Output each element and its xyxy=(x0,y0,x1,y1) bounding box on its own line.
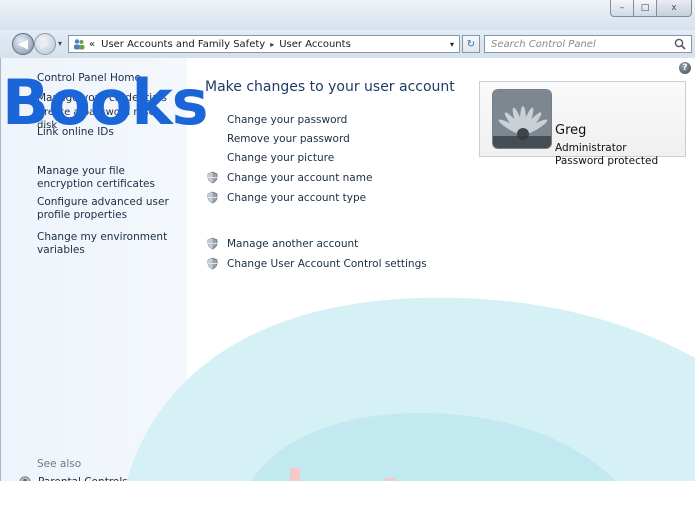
breadcrumb-item[interactable]: User Accounts and Family Safety xyxy=(101,39,265,50)
breadcrumb-overflow[interactable]: « xyxy=(89,39,95,50)
manage-another-account-link[interactable]: Manage another account xyxy=(206,237,358,250)
flower-avatar-icon xyxy=(493,90,551,148)
status-bar xyxy=(0,481,695,511)
uac-shield-icon xyxy=(207,191,218,204)
breadcrumb-item[interactable]: User Accounts xyxy=(279,39,351,50)
account-status: Password protected xyxy=(555,155,659,167)
minimize-button[interactable]: – xyxy=(610,0,634,17)
task-label: Remove your password xyxy=(227,133,350,145)
uac-shield-icon xyxy=(207,171,218,184)
uac-settings-link[interactable]: Change User Account Control settings xyxy=(206,257,427,270)
back-button[interactable]: ◀ xyxy=(12,33,34,55)
uac-shield-icon xyxy=(207,257,218,270)
advanced-profile-properties-link[interactable]: Configure advanced user profile properti… xyxy=(37,196,177,222)
task-label: Change your account name xyxy=(227,171,373,184)
search-icon[interactable] xyxy=(673,37,687,51)
task-label: Change your picture xyxy=(227,152,335,164)
search-input[interactable]: Search Control Panel xyxy=(484,35,692,53)
window-controls: – □ x xyxy=(610,0,692,18)
forward-button[interactable]: ▶ xyxy=(34,33,56,55)
change-account-type-link[interactable]: Change your account type xyxy=(206,191,366,204)
address-bar[interactable]: « User Accounts and Family Safety ▸ User… xyxy=(68,35,460,53)
navigation-bar: ◀ ▶ ▾ « User Accounts and Family Safety … xyxy=(0,30,695,58)
maximize-button[interactable]: □ xyxy=(633,0,657,17)
task-label: Change your password xyxy=(227,114,348,126)
environment-variables-link[interactable]: Change my environment variables xyxy=(37,231,177,257)
task-label: Manage another account xyxy=(227,237,359,250)
remove-password-link[interactable]: Remove your password xyxy=(206,133,350,145)
user-accounts-icon xyxy=(74,39,85,50)
breadcrumb-separator-icon[interactable]: ▸ xyxy=(270,40,274,49)
uac-shield-icon xyxy=(207,237,218,250)
task-label: Change User Account Control settings xyxy=(227,257,427,270)
refresh-button[interactable]: ↻ xyxy=(462,35,480,53)
change-account-name-link[interactable]: Change your account name xyxy=(206,171,372,184)
search-placeholder: Search Control Panel xyxy=(491,38,596,50)
account-type: Administrator xyxy=(555,142,627,154)
help-button[interactable]: ? xyxy=(679,62,691,74)
task-label: Change your account type xyxy=(227,191,367,204)
recent-pages-dropdown-icon[interactable]: ▾ xyxy=(58,39,62,48)
address-dropdown-icon[interactable]: ▾ xyxy=(445,40,459,49)
manage-encryption-certificates-link[interactable]: Manage your file encryption certificates xyxy=(37,165,177,191)
account-name: Greg xyxy=(555,123,587,138)
change-picture-link[interactable]: Change your picture xyxy=(206,152,334,164)
change-password-link[interactable]: Change your password xyxy=(206,114,347,126)
close-button[interactable]: x xyxy=(656,0,692,17)
see-also-heading: See also xyxy=(37,458,82,470)
content-area: Control Panel Home Manage your credentia… xyxy=(0,58,695,511)
books-watermark: Books xyxy=(2,66,209,139)
page-title: Make changes to your user account xyxy=(205,79,455,95)
title-bar: – □ x xyxy=(0,0,695,30)
avatar[interactable] xyxy=(492,89,552,149)
